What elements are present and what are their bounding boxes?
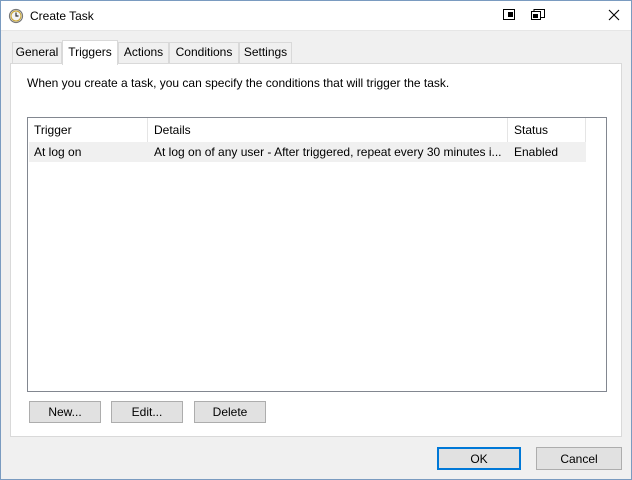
row-details: At log on of any user - After triggered,… [154, 145, 502, 159]
column-header-details[interactable]: Details [148, 118, 508, 142]
tab-general[interactable]: General [12, 42, 62, 63]
row-trigger: At log on [34, 145, 82, 159]
tab-triggers[interactable]: Triggers [62, 40, 118, 65]
window-title: Create Task [30, 9, 94, 23]
triggers-list[interactable]: Trigger Details Status At log on At log … [27, 117, 607, 392]
list-header: Trigger Details Status [28, 118, 586, 142]
triggers-description: When you create a task, you can specify … [27, 76, 450, 90]
ok-button[interactable]: OK [437, 447, 521, 470]
new-trigger-button[interactable]: New... [29, 401, 101, 423]
column-header-trigger[interactable]: Trigger [28, 118, 148, 142]
cancel-button[interactable]: Cancel [536, 447, 622, 470]
delete-trigger-button[interactable]: Delete [194, 401, 266, 423]
snap-icon[interactable] [524, 0, 552, 30]
column-header-status[interactable]: Status [508, 118, 586, 142]
list-scroll-area [586, 118, 606, 391]
tab-settings[interactable]: Settings [239, 42, 292, 63]
triggers-panel: When you create a task, you can specify … [10, 63, 622, 437]
close-icon[interactable] [600, 0, 628, 30]
list-row[interactable]: At log on At log on of any user - After … [29, 142, 586, 162]
restore-icon[interactable] [496, 0, 524, 30]
tab-actions[interactable]: Actions [118, 42, 169, 63]
tab-conditions[interactable]: Conditions [169, 42, 239, 63]
row-status: Enabled [514, 145, 559, 159]
edit-trigger-button[interactable]: Edit... [111, 401, 183, 423]
clock-icon [8, 8, 24, 24]
title-bar: Create Task [0, 0, 632, 31]
